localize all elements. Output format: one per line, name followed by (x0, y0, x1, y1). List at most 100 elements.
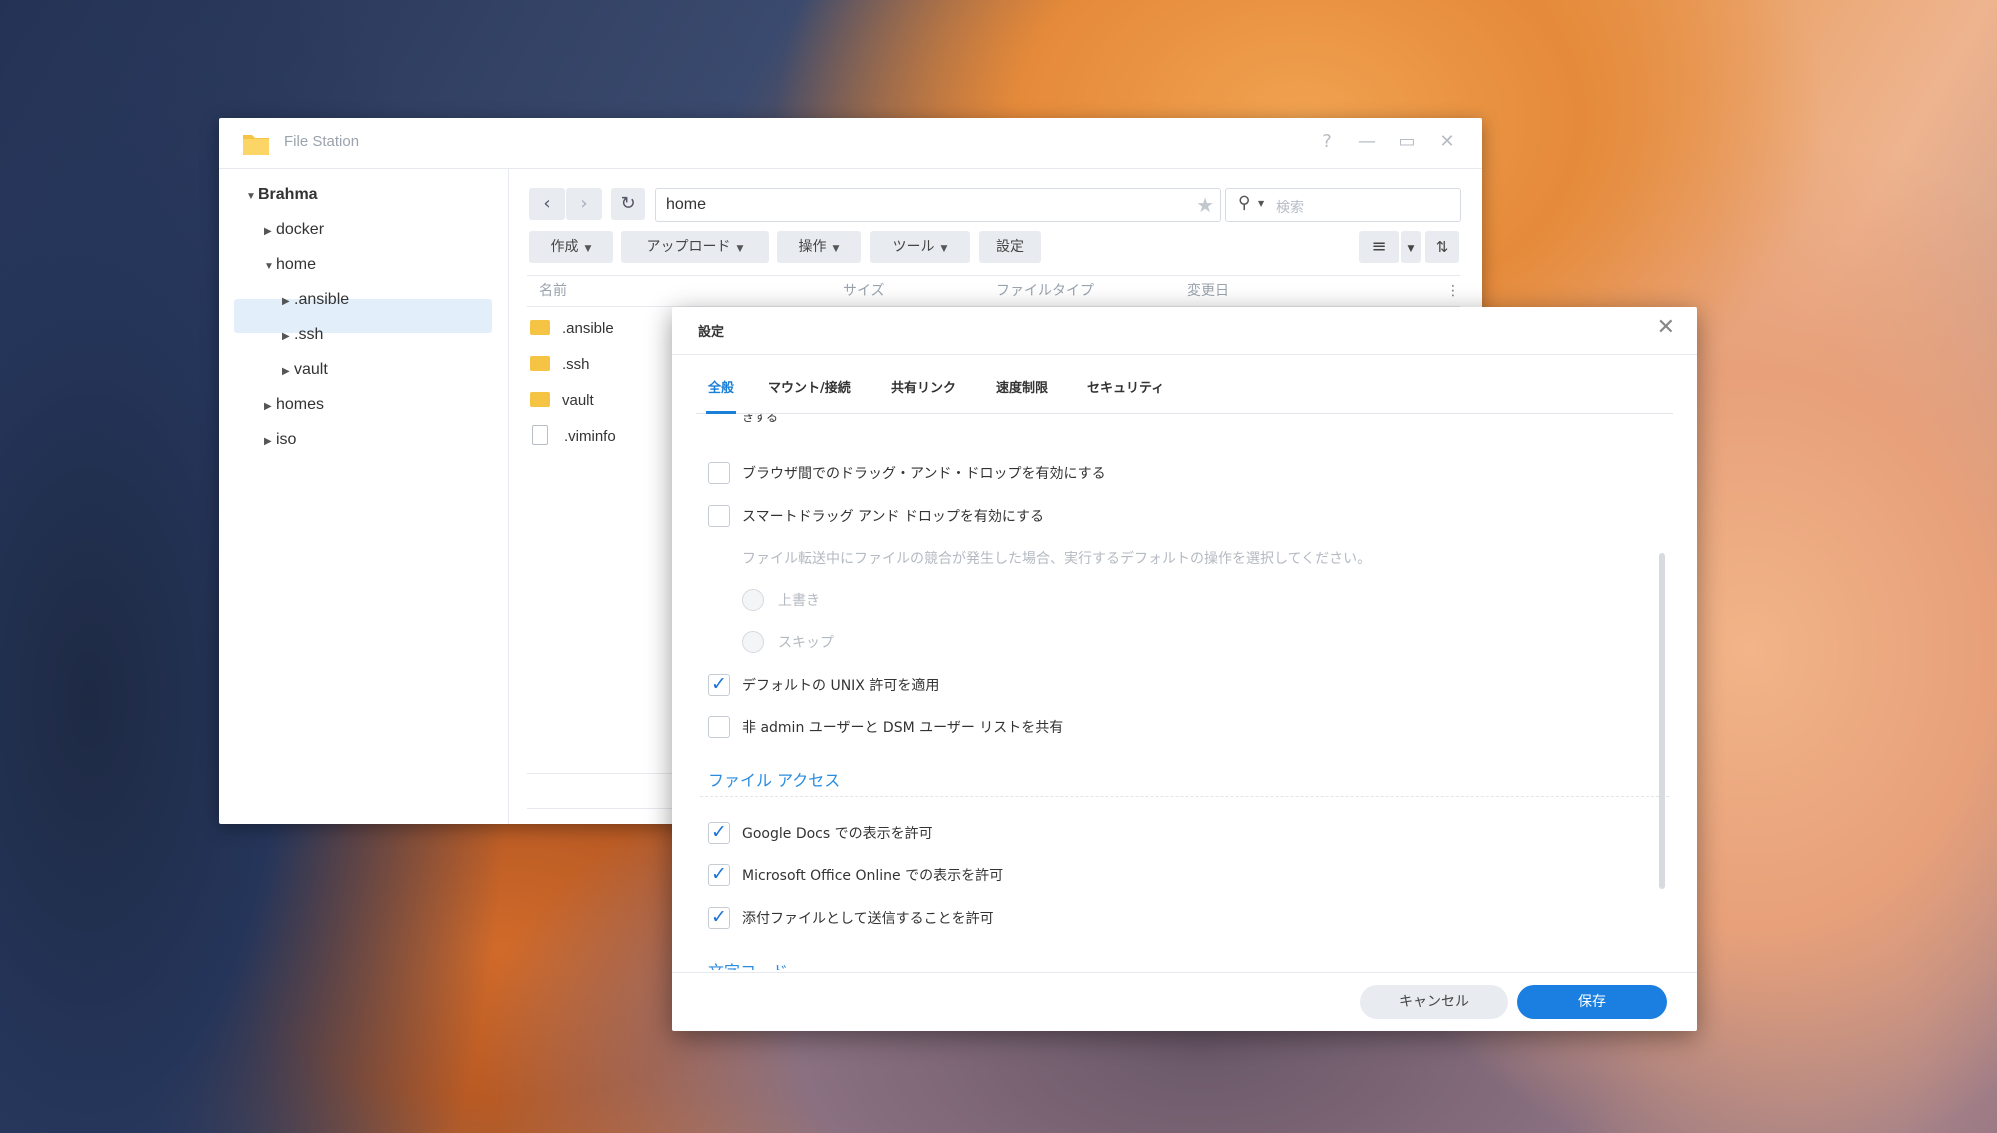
dialog-footer: キャンセル 保存 (672, 972, 1697, 1031)
tab-speed-limit[interactable]: 速度制限 (996, 377, 1048, 396)
tree-root-brahma[interactable]: ▼ Brahma (246, 179, 318, 211)
label-office-online: Microsoft Office Online での表示を許可 (742, 868, 1004, 884)
column-menu-icon[interactable]: ⋮ (1446, 276, 1460, 306)
star-icon[interactable]: ★ (1196, 193, 1214, 217)
tab-mount[interactable]: マウント/接続 (768, 377, 851, 396)
tab-general[interactable]: 全般 (708, 377, 734, 396)
folder-tree: ▼ Brahma ▶ docker ▼ home ▶ .ansible ▶ .ssh ▶ v… (219, 169, 509, 824)
expanded-icon[interactable]: ▼ (264, 251, 276, 283)
refresh-button[interactable]: ↻ (611, 188, 645, 220)
tab-security[interactable]: セキュリティ (1087, 377, 1164, 396)
label-send-attachment: 添付ファイルとして送信することを許可 (742, 911, 994, 927)
minimize-icon[interactable]: — (1355, 130, 1379, 154)
file-row[interactable]: .viminfo (530, 419, 616, 455)
action-button[interactable]: 操作 ▼ (777, 231, 861, 263)
collapsed-icon[interactable]: ▶ (282, 356, 294, 388)
tree-item-ansible[interactable]: ▶ .ansible (282, 284, 349, 316)
path-bar[interactable]: home ★ (655, 188, 1221, 222)
file-station-icon (241, 129, 271, 157)
caret-down-icon: ▼ (1407, 244, 1415, 254)
dialog-title: 設定 (698, 325, 725, 340)
folder-icon (530, 355, 550, 371)
label-skip: スキップ (778, 635, 834, 651)
dialog-divider (672, 354, 1697, 355)
file-row[interactable]: .ssh (530, 347, 590, 383)
close-icon[interactable]: ✕ (1657, 315, 1675, 340)
collapsed-icon[interactable]: ▶ (264, 426, 276, 458)
path-text: home (666, 196, 707, 213)
close-icon[interactable]: ✕ (1435, 130, 1459, 154)
sort-icon: ⇅ (1435, 238, 1449, 256)
maximize-icon[interactable]: ▭ (1395, 130, 1419, 154)
save-button[interactable]: 保存 (1517, 985, 1667, 1019)
search-placeholder: 検索 (1276, 200, 1304, 216)
section-divider (700, 796, 1669, 797)
upload-button[interactable]: アップロード ▼ (621, 231, 769, 263)
collapsed-icon[interactable]: ▶ (264, 391, 276, 423)
chevron-left-icon: ‹ (543, 193, 551, 214)
tree-item-iso[interactable]: ▶ iso (264, 424, 296, 456)
caret-down-icon: ▼ (940, 244, 948, 254)
tools-button[interactable]: ツール ▼ (870, 231, 970, 263)
folder-icon (530, 391, 550, 407)
tree-item-homes[interactable]: ▶ homes (264, 389, 324, 421)
cancel-button[interactable]: キャンセル (1360, 985, 1508, 1019)
column-size[interactable]: サイズ (843, 276, 885, 306)
window-title: File Station (284, 133, 360, 150)
checkbox-share-user-list[interactable] (708, 716, 730, 738)
list-icon: ≡ (1371, 236, 1387, 257)
checkbox-smart-dnd[interactable] (708, 505, 730, 527)
settings-content: きする ブラウザ間でのドラッグ・アンド・ドロップを有効にする スマートドラッグ … (672, 414, 1697, 970)
tab-share-link[interactable]: 共有リンク (891, 377, 956, 396)
search-input[interactable]: ⚲ ▼ 検索 (1225, 188, 1461, 222)
collapsed-icon[interactable]: ▶ (282, 286, 294, 318)
search-icon[interactable]: ⚲ (1238, 193, 1250, 213)
create-button[interactable]: 作成 ▼ (529, 231, 613, 263)
label-smart-dnd: スマートドラッグ アンド ドロップを有効にする (742, 509, 1045, 525)
title-bar: File Station ? — ▭ ✕ (219, 118, 1482, 169)
radio-overwrite[interactable] (742, 589, 764, 611)
chevron-down-icon[interactable]: ▼ (1258, 199, 1264, 208)
tree-selection-highlight (234, 299, 492, 333)
checkbox-google-docs[interactable] (708, 821, 730, 844)
collapsed-icon[interactable]: ▶ (264, 216, 276, 248)
tree-item-docker[interactable]: ▶ docker (264, 214, 324, 246)
collapsed-icon[interactable]: ▶ (282, 321, 294, 353)
file-row[interactable]: vault (530, 383, 594, 419)
conflict-hint: ファイル転送中にファイルの競合が発生した場合、実行するデフォルトの操作を選択して… (742, 551, 1372, 567)
list-view-button[interactable]: ≡ (1359, 231, 1399, 263)
header-divider (527, 275, 1460, 276)
list-footer-line (527, 773, 677, 774)
checkbox-unix-permission[interactable] (708, 673, 730, 696)
help-icon[interactable]: ? (1315, 130, 1339, 154)
caret-down-icon: ▼ (736, 244, 744, 254)
scrollbar[interactable] (1659, 553, 1665, 889)
caret-down-icon: ▼ (832, 244, 840, 254)
label-share-user-list: 非 admin ユーザーと DSM ユーザー リストを共有 (742, 720, 1064, 736)
file-icon (532, 425, 548, 446)
section-charset: 文字コード (708, 958, 788, 970)
radio-skip[interactable] (742, 631, 764, 653)
file-row[interactable]: .ansible (530, 311, 614, 347)
view-dropdown-button[interactable]: ▼ (1401, 231, 1421, 263)
cut-off-text: きする (742, 414, 779, 424)
tree-item-ssh[interactable]: ▶ .ssh (282, 319, 323, 351)
settings-button[interactable]: 設定 (979, 231, 1041, 263)
tree-item-vault[interactable]: ▶ vault (282, 354, 328, 386)
checkbox-office-online[interactable] (708, 863, 730, 886)
back-button[interactable]: ‹ (529, 188, 565, 220)
checkbox-browser-dnd[interactable] (708, 462, 730, 484)
column-filetype[interactable]: ファイルタイプ (996, 276, 1094, 306)
sort-button[interactable]: ⇅ (1425, 231, 1459, 263)
column-modified[interactable]: 変更日 (1187, 276, 1229, 306)
forward-button[interactable]: › (566, 188, 602, 220)
chevron-right-icon: › (580, 193, 588, 214)
section-file-access: ファイル アクセス (708, 771, 841, 790)
label-browser-dnd: ブラウザ間でのドラッグ・アンド・ドロップを有効にする (742, 466, 1106, 482)
column-name[interactable]: 名前 (539, 276, 567, 306)
expanded-icon[interactable]: ▼ (246, 181, 258, 213)
checkbox-send-attachment[interactable] (708, 906, 730, 929)
tree-item-home[interactable]: ▼ home (264, 249, 316, 281)
label-overwrite: 上書き (778, 593, 820, 609)
label-unix-permission: デフォルトの UNIX 許可を適用 (742, 678, 940, 694)
